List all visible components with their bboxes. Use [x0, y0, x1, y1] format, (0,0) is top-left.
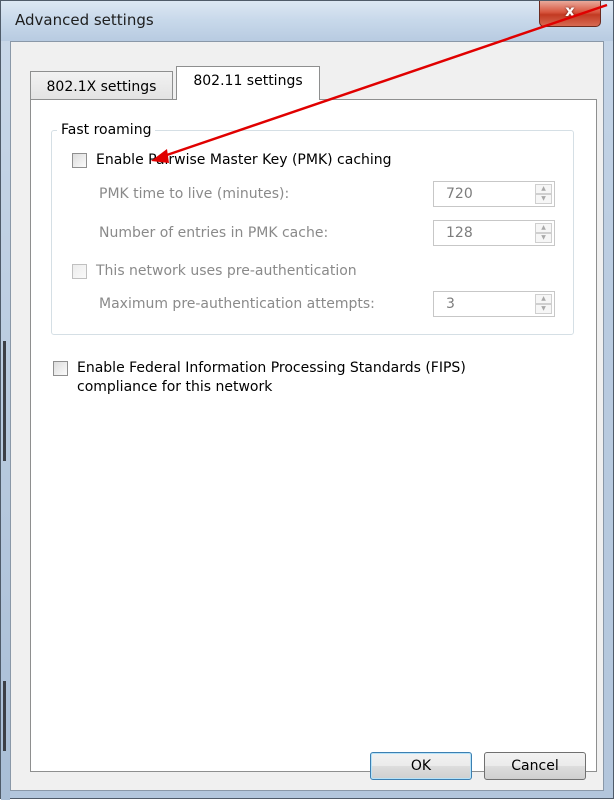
- ok-button[interactable]: OK: [370, 752, 472, 780]
- advanced-settings-window: Advanced settings x 802.1X settings 802.…: [0, 0, 614, 800]
- cancel-button[interactable]: Cancel: [484, 752, 586, 780]
- pmk-caching-label[interactable]: Enable Pairwise Master Key (PMK) caching: [96, 152, 392, 168]
- fips-label-line2[interactable]: compliance for this network: [77, 379, 272, 395]
- title-bar: Advanced settings x: [1, 1, 613, 41]
- spin-arrows: ▲ ▼: [535, 184, 552, 204]
- spin-up-icon[interactable]: ▲: [535, 294, 552, 304]
- fast-roaming-title: Fast roaming: [57, 122, 156, 138]
- preauth-attempts-value: 3: [446, 296, 455, 312]
- spin-down-icon[interactable]: ▼: [535, 194, 552, 204]
- spin-up-icon[interactable]: ▲: [535, 223, 552, 233]
- window-title: Advanced settings: [15, 11, 154, 29]
- pmk-entries-spinbox[interactable]: 128 ▲ ▼: [433, 220, 555, 246]
- tab-80211-settings[interactable]: 802.11 settings: [176, 66, 320, 100]
- spin-arrows: ▲ ▼: [535, 294, 552, 314]
- spin-up-icon[interactable]: ▲: [535, 184, 552, 194]
- pmk-entries-value: 128: [446, 225, 473, 241]
- pmk-ttl-spinbox[interactable]: 720 ▲ ▼: [433, 181, 555, 207]
- dialog-client-area: 802.1X settings 802.11 settings Fast roa…: [10, 41, 604, 791]
- pmk-entries-label: Number of entries in PMK cache:: [99, 225, 329, 241]
- fips-checkbox[interactable]: [53, 361, 68, 376]
- background-window-edge: [1, 41, 10, 800]
- preauth-checkbox[interactable]: [72, 264, 87, 279]
- pmk-caching-checkbox[interactable]: [72, 153, 87, 168]
- preauth-attempts-spinbox[interactable]: 3 ▲ ▼: [433, 291, 555, 317]
- pmk-ttl-value: 720: [446, 186, 473, 202]
- spin-arrows: ▲ ▼: [535, 223, 552, 243]
- spin-down-icon[interactable]: ▼: [535, 304, 552, 314]
- fips-label-line1[interactable]: Enable Federal Information Processing St…: [77, 360, 466, 376]
- background-edge-shadow: [3, 341, 6, 461]
- preauth-label[interactable]: This network uses pre-authentication: [96, 263, 357, 279]
- close-button[interactable]: x: [539, 1, 601, 27]
- tab-8021x-settings[interactable]: 802.1X settings: [30, 71, 173, 99]
- pmk-ttl-label: PMK time to live (minutes):: [99, 186, 290, 202]
- spin-down-icon[interactable]: ▼: [535, 233, 552, 243]
- preauth-attempts-label: Maximum pre-authentication attempts:: [99, 296, 375, 312]
- background-edge-shadow: [3, 681, 6, 751]
- close-icon: x: [565, 2, 575, 20]
